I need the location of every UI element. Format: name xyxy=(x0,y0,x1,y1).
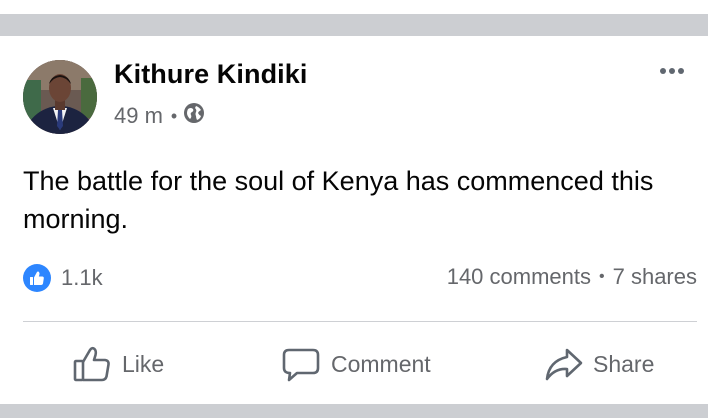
avatar-photo xyxy=(23,60,97,134)
avatar[interactable] xyxy=(23,60,97,134)
divider xyxy=(23,321,697,322)
share-button[interactable]: Share xyxy=(543,344,654,384)
more-dot xyxy=(669,68,675,74)
like-reaction-icon xyxy=(23,264,51,292)
like-label: Like xyxy=(122,350,165,377)
top-gray-strip xyxy=(0,14,708,36)
comment-button[interactable]: Comment xyxy=(281,344,431,384)
top-separator-band xyxy=(0,0,708,36)
meta-separator: • xyxy=(170,105,178,126)
like-button[interactable]: Like xyxy=(72,344,164,384)
post-text: The battle for the soul of Kenya has com… xyxy=(23,166,654,234)
globe-icon xyxy=(183,102,205,130)
action-bar: Like Comment Share xyxy=(0,336,708,394)
comments-count[interactable]: 140 comments xyxy=(447,264,591,290)
thumbs-up-icon xyxy=(73,346,110,382)
comment-bubble-icon xyxy=(282,348,320,382)
shares-count[interactable]: 7 shares xyxy=(613,264,697,290)
more-dot xyxy=(660,68,666,74)
comment-label: Comment xyxy=(331,350,431,377)
bottom-separator-band xyxy=(0,404,708,418)
stats-separator: • xyxy=(599,268,605,285)
author-name[interactable]: Kithure Kindiki xyxy=(114,59,308,90)
more-dot xyxy=(678,68,684,74)
share-label: Share xyxy=(593,350,655,377)
engagement-counts: 140 comments • 7 shares xyxy=(447,264,697,290)
post-time[interactable]: 49 m xyxy=(114,103,163,129)
reactions-count: 1.1k xyxy=(61,265,103,290)
post-card: Kithure Kindiki 49 m • The battle for th… xyxy=(0,36,708,404)
post-meta: 49 m • xyxy=(114,102,205,130)
reactions-summary[interactable]: 1.1k xyxy=(23,264,103,292)
more-options-icon[interactable] xyxy=(660,68,684,74)
share-arrow-icon xyxy=(545,348,583,381)
post-stats: 1.1k 140 comments • 7 shares xyxy=(23,264,697,294)
